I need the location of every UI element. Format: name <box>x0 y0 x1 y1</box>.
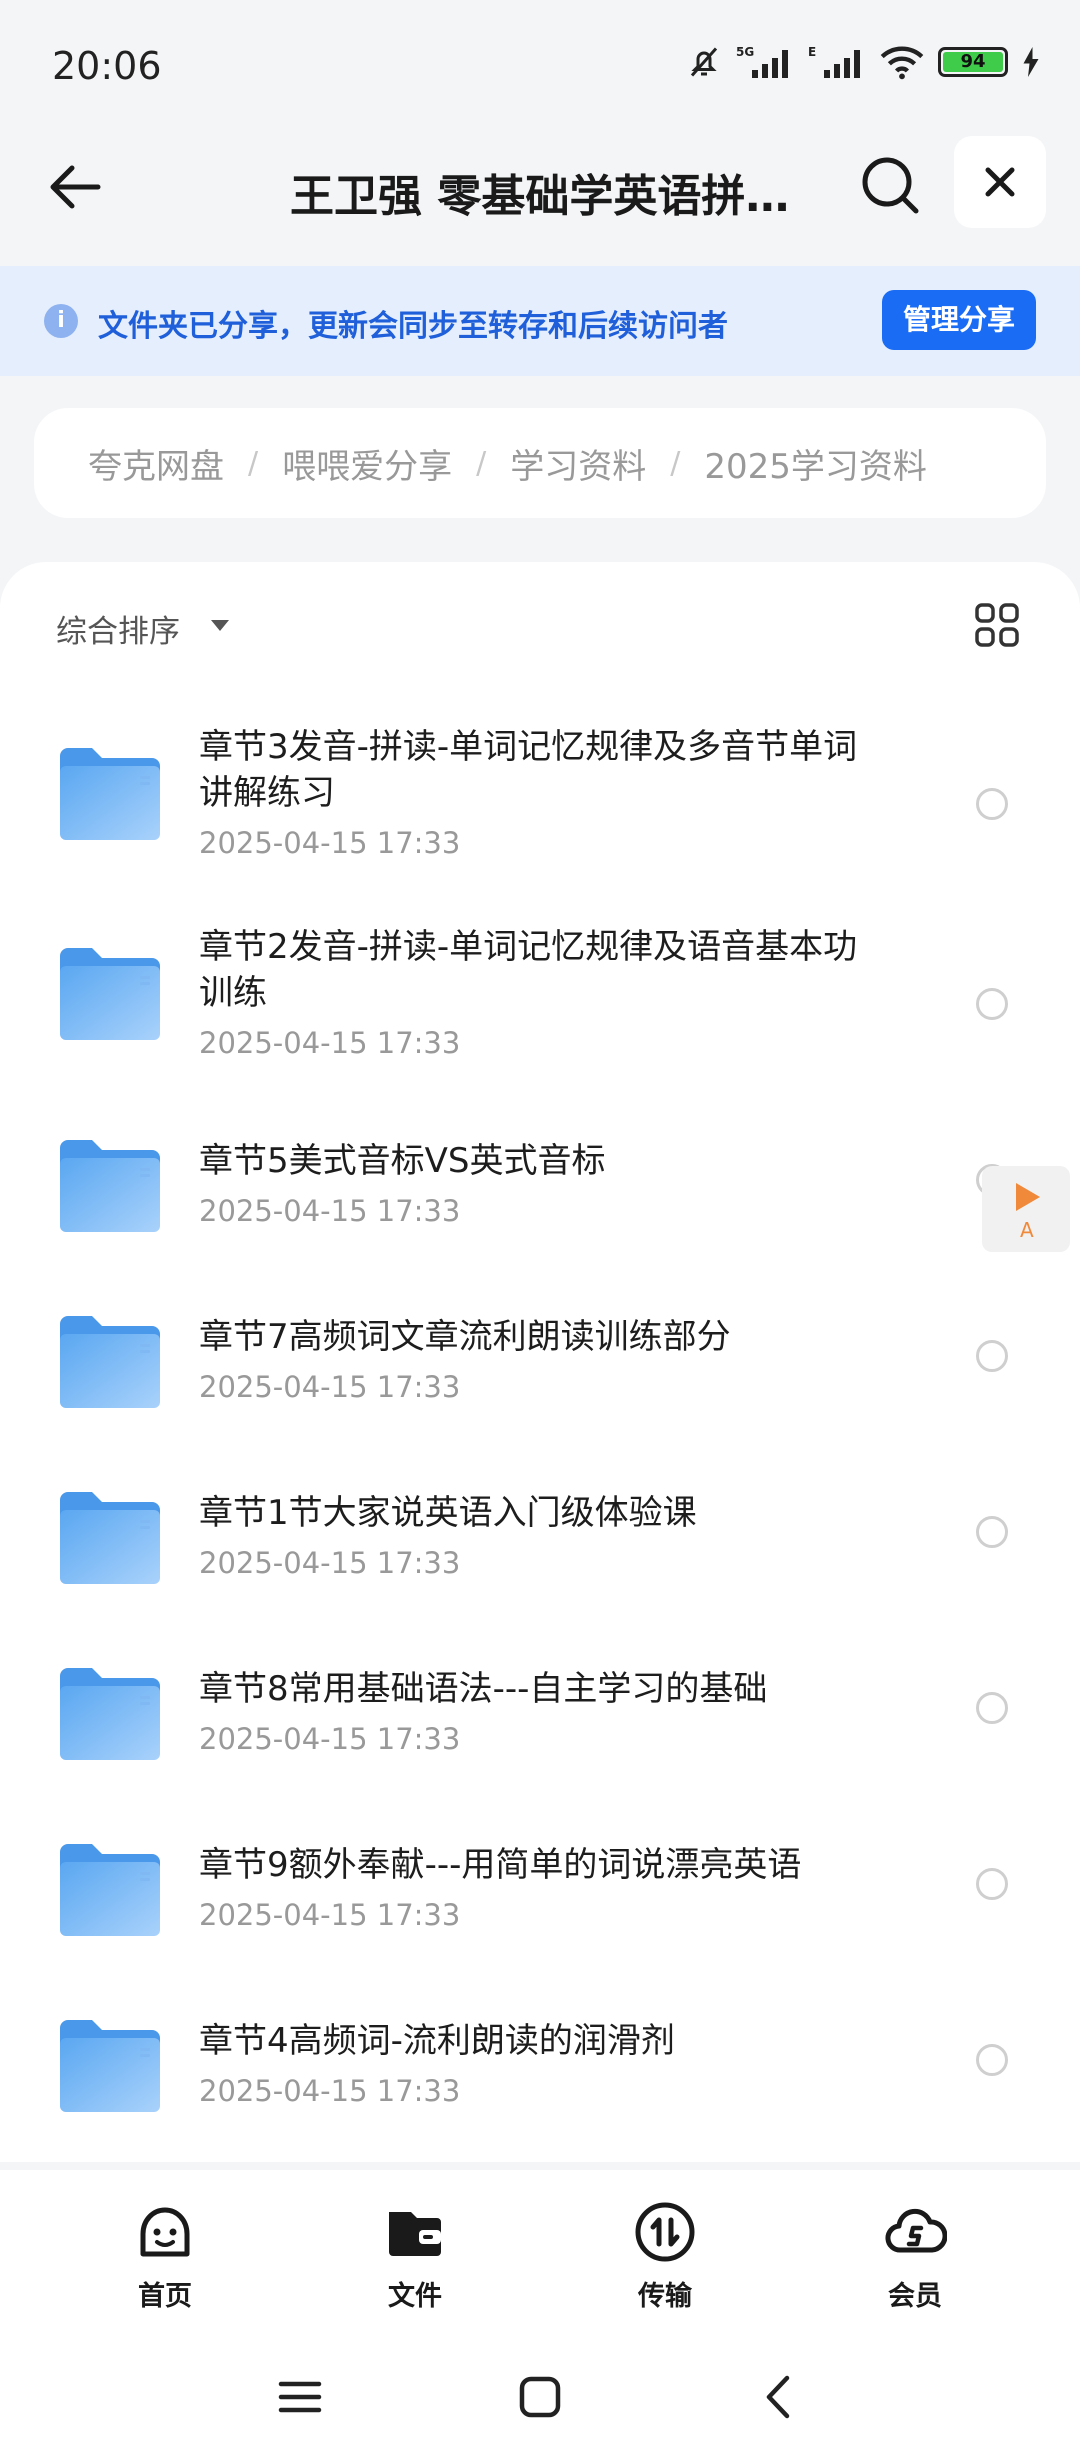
nav-member-label: 会员 <box>888 2281 942 2312</box>
select-radio[interactable] <box>976 1868 1008 1900</box>
status-bar: 20:06 5G E 94 <box>0 0 1080 130</box>
nav-files-label: 文件 <box>388 2281 442 2312</box>
info-icon: i <box>44 304 78 338</box>
file-date: 2025-04-15 17:33 <box>199 826 461 860</box>
nav-transfer-label: 传输 <box>638 2281 692 2312</box>
nav-transfer[interactable]: 传输 <box>600 2200 730 2313</box>
breadcrumb-separator: / <box>670 445 681 481</box>
back-chevron-icon[interactable] <box>755 2372 805 2422</box>
grid-icon <box>975 603 1019 647</box>
file-date: 2025-04-15 17:33 <box>199 1722 461 1756</box>
page-title: 王卫强 零基础学英语拼读全程班 <box>290 171 790 222</box>
mute-icon <box>690 47 718 77</box>
search-button[interactable] <box>853 148 929 224</box>
file-panel: 综合排序 章节3发音-拼读-单词记忆规律及多音节单词讲解练习 2025-04-15… <box>0 562 1080 2162</box>
file-row[interactable]: 章节7高频词文章流利朗读训练部分 2025-04-15 17:33 <box>0 1274 1080 1450</box>
wallet-icon <box>389 2212 441 2256</box>
folder-icon <box>58 946 162 1042</box>
file-row[interactable]: 章节9额外奉献---用简单的词说漂亮英语 2025-04-15 17:33 <box>0 1802 1080 1978</box>
select-radio[interactable] <box>976 2044 1008 2076</box>
search-icon <box>862 157 919 214</box>
folder-icon <box>58 746 162 842</box>
select-radio[interactable] <box>976 788 1008 820</box>
file-name: 章节9额外奉献---用简单的词说漂亮英语 <box>199 1845 802 1885</box>
transfer-icon <box>635 2202 695 2262</box>
nav-files[interactable]: 文件 <box>350 2200 480 2313</box>
file-name: 章节5美式音标VS英式音标 <box>199 1141 606 1181</box>
file-row[interactable]: 章节4高频词-流利朗读的润滑剂 2025-04-15 17:33 <box>0 1978 1080 2154</box>
select-radio[interactable] <box>976 1516 1008 1548</box>
folder-icon <box>58 2018 162 2114</box>
file-date: 2025-04-15 17:33 <box>199 1898 461 1932</box>
breadcrumb-separator: / <box>248 445 259 481</box>
breadcrumb-item-materials[interactable]: 学习资料 <box>510 439 646 488</box>
share-message: 文件夹已分享，更新会同步至转存和后续访问者 <box>98 309 728 344</box>
breadcrumb: 夸克网盘 / 喂喂爱分享 / 学习资料 / 2025学习资料 <box>34 408 1046 518</box>
nav-member[interactable]: 会员 <box>850 2200 980 2313</box>
caret-down-icon[interactable] <box>211 620 229 631</box>
status-icons: 5G E 94 <box>686 44 1040 80</box>
folder-icon <box>58 1490 162 1586</box>
file-date: 2025-04-15 17:33 <box>199 1026 461 1060</box>
signal-5g-label: 5G <box>736 45 754 59</box>
play-icon <box>1016 1183 1040 1211</box>
status-time: 20:06 <box>52 44 162 88</box>
arrow-left-icon <box>50 165 101 209</box>
file-date: 2025-04-15 17:33 <box>199 1546 461 1580</box>
share-banner: i 文件夹已分享，更新会同步至转存和后续访问者 管理分享 <box>0 266 1080 376</box>
battery-level: 94 <box>943 52 1003 72</box>
file-row[interactable]: 章节5美式音标VS英式音标 2025-04-15 17:33 <box>0 1098 1080 1274</box>
folder-icon <box>58 1842 162 1938</box>
folder-icon <box>58 1138 162 1234</box>
file-row[interactable]: 章节8常用基础语法---自主学习的基础 2025-04-15 17:33 <box>0 1626 1080 1802</box>
system-nav-bar <box>0 2320 1080 2460</box>
manage-share-button[interactable]: 管理分享 <box>882 290 1036 350</box>
nav-home-label: 首页 <box>138 2281 192 2312</box>
file-row[interactable]: 章节3发音-拼读-单词记忆规律及多音节单词讲解练习 2025-04-15 17:3… <box>0 710 1080 910</box>
floating-tab-letter: A <box>1020 1218 1034 1242</box>
menu-icon[interactable] <box>275 2372 325 2422</box>
wifi-icon <box>880 46 924 80</box>
file-name: 章节3发音-拼读-单词记忆规律及多音节单词讲解练习 <box>199 727 858 813</box>
signal-e-label: E <box>808 45 816 59</box>
file-name: 章节7高频词文章流利朗读训练部分 <box>199 1317 731 1357</box>
back-button[interactable] <box>40 152 110 222</box>
file-name: 章节4高频词-流利朗读的润滑剂 <box>199 2021 675 2061</box>
file-row[interactable]: 章节1节大家说英语入门级体验课 2025-04-15 17:33 <box>0 1450 1080 1626</box>
folder-icon <box>58 1666 162 1762</box>
home-square-icon[interactable] <box>515 2372 565 2422</box>
nav-home[interactable]: 首页 <box>100 2200 230 2313</box>
close-icon <box>985 167 1015 197</box>
sort-dropdown[interactable]: 综合排序 <box>56 606 180 651</box>
signal-5g-icon: 5G <box>736 45 788 78</box>
file-name: 章节8常用基础语法---自主学习的基础 <box>199 1669 768 1709</box>
charging-icon <box>1023 47 1039 77</box>
file-row[interactable]: 章节2发音-拼读-单词记忆规律及语音基本功训练 2025-04-15 17:33 <box>0 910 1080 1098</box>
breadcrumb-item-share[interactable]: 喂喂爱分享 <box>282 439 452 488</box>
bottom-nav: 首页 文件 传输 会员 <box>0 2170 1080 2320</box>
select-radio[interactable] <box>976 988 1008 1020</box>
select-radio[interactable] <box>976 1692 1008 1724</box>
battery-icon: 94 <box>938 47 1008 77</box>
smiley-icon <box>140 2207 190 2257</box>
folder-icon <box>58 1314 162 1410</box>
file-date: 2025-04-15 17:33 <box>199 1370 461 1404</box>
signal-e-icon: E <box>808 45 860 78</box>
breadcrumb-item-root[interactable]: 夸克网盘 <box>88 439 224 488</box>
grid-view-button[interactable] <box>974 602 1020 648</box>
file-name: 章节2发音-拼读-单词记忆规律及语音基本功训练 <box>199 927 858 1013</box>
close-button[interactable] <box>954 136 1046 228</box>
select-radio[interactable] <box>976 1340 1008 1372</box>
file-date: 2025-04-15 17:33 <box>199 1194 461 1228</box>
file-date: 2025-04-15 17:33 <box>199 2074 461 2108</box>
cloud-member-icon <box>885 2208 948 2253</box>
breadcrumb-item-2025[interactable]: 2025学习资料 <box>704 439 927 488</box>
file-name: 章节1节大家说英语入门级体验课 <box>199 1493 697 1533</box>
header: 王卫强 零基础学英语拼读全程班 <box>0 130 1080 265</box>
floating-tab[interactable]: A <box>982 1166 1070 1252</box>
breadcrumb-separator: / <box>476 445 487 481</box>
